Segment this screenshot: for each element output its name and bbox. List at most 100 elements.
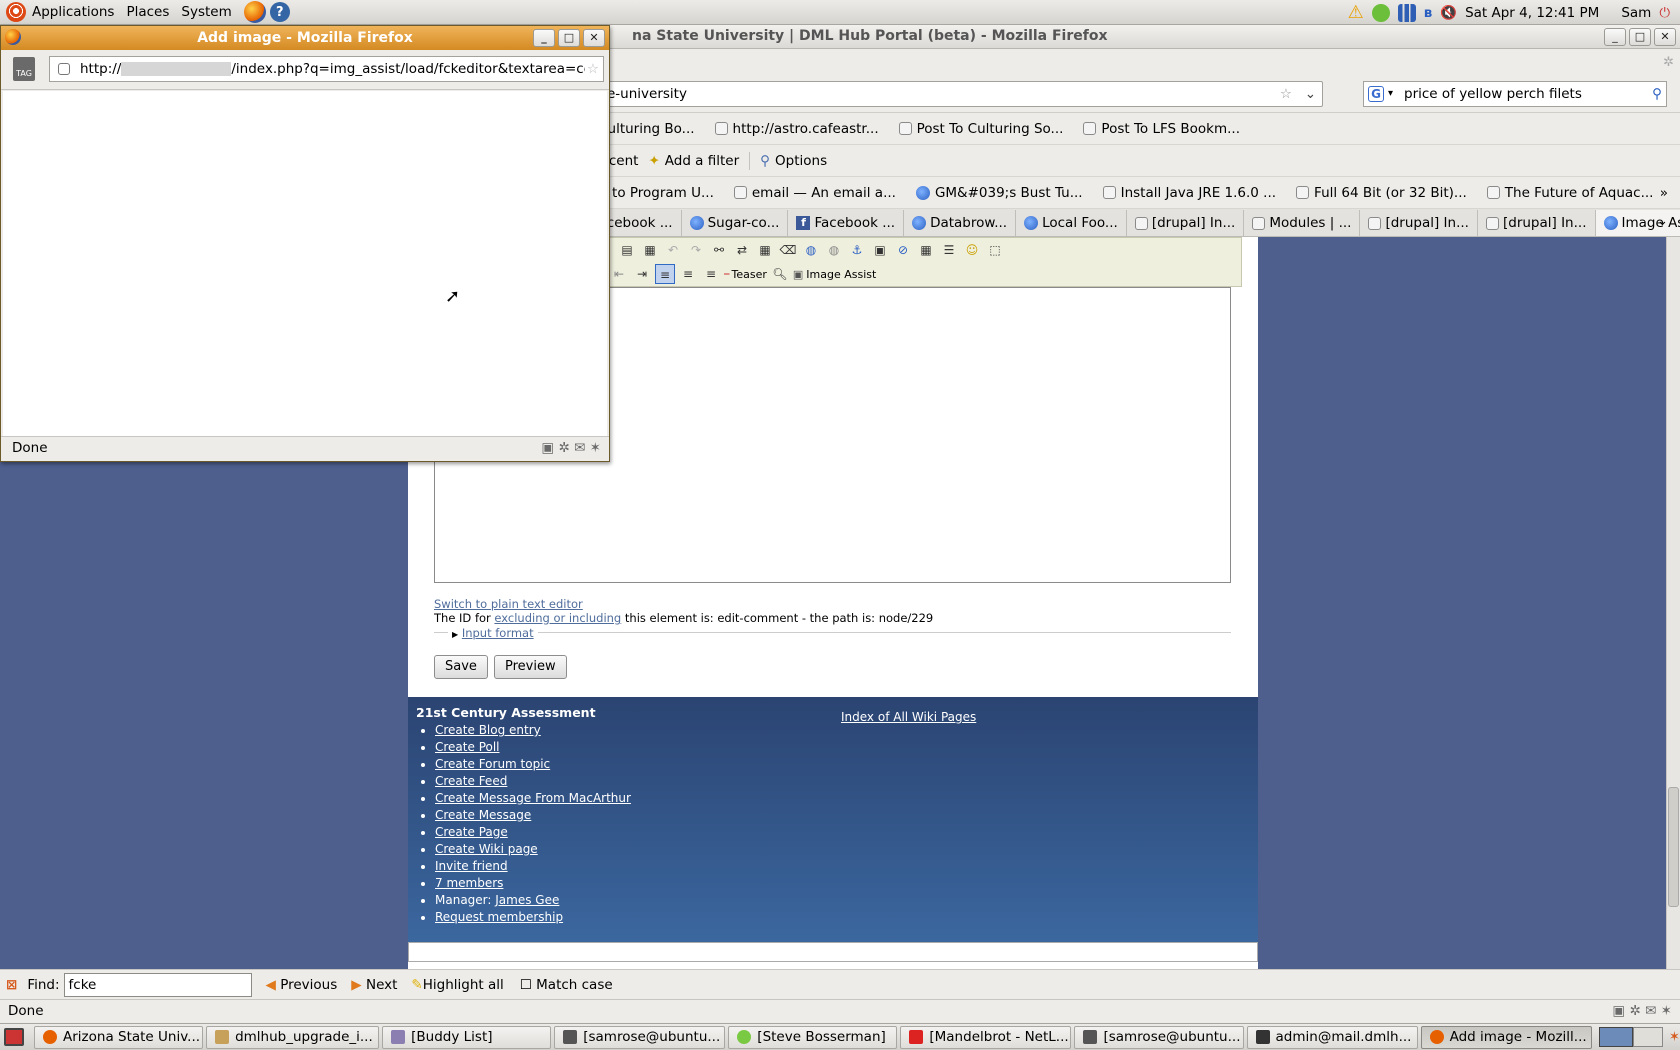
maximize-button[interactable]: □ (1629, 28, 1651, 46)
google-icon[interactable]: G (1368, 86, 1384, 102)
image-icon[interactable]: ▣ (870, 240, 890, 260)
image-assist-button[interactable]: ▣ Image Assist (793, 268, 876, 281)
save-button[interactable]: Save (434, 655, 488, 679)
align-center-icon[interactable]: ≡ (678, 264, 698, 284)
bookmark-item[interactable]: Post To LFS Bookm... (1073, 121, 1250, 137)
smiley-icon[interactable]: ☺ (962, 240, 982, 260)
vertical-scrollbar[interactable] (1666, 237, 1680, 969)
volume-icon[interactable]: 🔇 (1440, 5, 1457, 21)
paste-text-icon[interactable]: ▦ (640, 240, 660, 260)
remove-format-icon[interactable]: ⌫ (778, 240, 798, 260)
switch-editor-link[interactable]: Switch to plain text editor (434, 597, 583, 611)
search-icon[interactable]: ⚲ (1652, 82, 1662, 106)
firefox-launcher-icon[interactable] (243, 1, 266, 23)
bookmark-item[interactable]: email — An email a... (724, 185, 906, 201)
task-button[interactable]: [Mandelbrot - NetL... (900, 1025, 1072, 1049)
applications-menu[interactable]: Applications (0, 0, 120, 25)
task-button[interactable]: [samrose@ubuntu... (554, 1025, 726, 1049)
help-icon[interactable]: ? (269, 2, 290, 22)
task-button[interactable]: [Steve Bosserman] (728, 1025, 898, 1049)
search-box[interactable]: G ▾ price of yellow perch filets ⚲ (1363, 81, 1667, 107)
tab[interactable]: Sugar-co... (682, 210, 789, 236)
bookmark-item[interactable]: Post To Culturing So... (889, 121, 1074, 137)
scrollbar-thumb[interactable] (1668, 787, 1679, 907)
find-icon[interactable]: ⚯ (709, 240, 729, 260)
next-button[interactable]: ▶ Next (351, 977, 397, 993)
paste-icon[interactable]: ▤ (617, 240, 637, 260)
unlink-icon[interactable]: ◍ (824, 240, 844, 260)
tab[interactable]: Databrow... (904, 210, 1017, 236)
find-input[interactable]: fcke (63, 972, 252, 997)
popup-url-field[interactable]: http:///index.php?q=img_assist/load/fcke… (49, 56, 604, 82)
preview-button[interactable]: Preview (494, 655, 567, 679)
url-dropdown-icon[interactable]: ⌄ (1305, 82, 1316, 106)
wiki-index-link[interactable]: Index of All Wiki Pages (841, 710, 976, 724)
popup-titlebar[interactable]: Add image - Mozilla Firefox _ □ ✕ (1, 26, 609, 50)
task-button[interactable]: [Buddy List] (382, 1025, 552, 1049)
replace-icon[interactable]: ⇄ (732, 240, 752, 260)
bookmark-item[interactable]: http://astro.cafeastr... (705, 121, 889, 137)
bookmark-item[interactable]: GM&#039;s Bust Tu... (906, 185, 1093, 201)
bluetooth-icon[interactable]: ʙ (1424, 5, 1433, 21)
task-button[interactable]: dmlhub_upgrade_i... (206, 1025, 380, 1049)
undo-icon[interactable]: ↶ (663, 240, 683, 260)
task-button[interactable]: [samrose@ubuntu... (1074, 1025, 1244, 1049)
user-name[interactable]: Sam (1621, 5, 1651, 21)
indent-icon[interactable]: ⇥ (632, 264, 652, 284)
options-button[interactable]: ⚲ Options (750, 153, 837, 169)
places-menu[interactable]: Places (120, 0, 175, 25)
table-icon[interactable]: ▦ (916, 240, 936, 260)
show-desktop-icon[interactable] (4, 1028, 24, 1046)
workspace-switcher[interactable] (1598, 1027, 1633, 1047)
bookmark-star-icon[interactable]: ☆ (1280, 82, 1292, 106)
bookmark-item[interactable]: Install Java JRE 1.6.0 ... (1093, 185, 1286, 201)
minimize-button[interactable]: _ (1604, 28, 1626, 46)
power-icon[interactable]: ⏻ (1659, 5, 1670, 21)
align-right-icon[interactable]: ≡ (701, 264, 721, 284)
link-icon[interactable]: ◍ (801, 240, 821, 260)
warning-icon[interactable]: ⚠ (1348, 2, 1364, 23)
clock[interactable]: Sat Apr 4, 12:41 PM (1465, 5, 1599, 21)
outdent-icon[interactable]: ⇤ (609, 264, 629, 284)
flash-icon[interactable]: ⊘ (893, 240, 913, 260)
input-format-toggle[interactable]: ▶ Input format (448, 626, 538, 640)
addon-icons[interactable]: ▣ ✲ ✉ ✶ (1612, 1000, 1672, 1022)
tab[interactable]: Local Foo... (1016, 210, 1127, 236)
teaser-button[interactable]: ⎯ Teaser (724, 267, 767, 281)
tab[interactable]: [drupal] In... (1360, 210, 1478, 236)
close-button[interactable]: ✕ (583, 29, 605, 47)
tab-list-chevron-icon[interactable]: ⌄ (1657, 213, 1668, 229)
bookmark-item[interactable]: Full 64 Bit (or 32 Bit)... (1286, 185, 1477, 201)
horizontal-rule-icon[interactable]: ☰ (939, 240, 959, 260)
search-dropdown-icon[interactable]: ▾ (1388, 82, 1393, 106)
tab[interactable]: [drupal] In... (1127, 210, 1245, 236)
preview-icon[interactable]: 🔍︎ (770, 264, 790, 284)
anchor-icon[interactable]: ⚓ (847, 240, 867, 260)
task-button[interactable]: admin@mail.dmlh... (1246, 1025, 1418, 1049)
close-button[interactable]: ✕ (1654, 28, 1676, 46)
workspace-switcher-2[interactable] (1632, 1027, 1663, 1047)
maximize-button[interactable]: □ (558, 29, 580, 47)
main-window-titlebar[interactable]: na State University | DML Hub Portal (be… (570, 25, 1680, 49)
bookmark-star-icon[interactable]: ☆ (584, 57, 599, 81)
exclude-include-link[interactable]: excluding or including (494, 611, 621, 625)
close-find-icon[interactable]: ⊠ (0, 977, 23, 993)
highlight-all-button[interactable]: ✎Highlight all (411, 977, 503, 993)
messenger-icon[interactable] (1371, 3, 1390, 22)
previous-button[interactable]: ◀ Previous (266, 977, 338, 993)
url-bar[interactable]: e-university ☆ ⌄ (570, 81, 1323, 107)
tab[interactable]: [drupal] In... (1478, 210, 1596, 236)
align-left-icon[interactable]: ≡ (655, 264, 675, 284)
minimize-button[interactable]: _ (533, 29, 555, 47)
tab[interactable]: fFacebook ... (788, 210, 905, 236)
special-char-icon[interactable]: ⬚ (985, 240, 1005, 260)
network-icon[interactable] (1397, 3, 1416, 22)
addon-icons[interactable]: ▣ ✲ ✉ ✶ (541, 437, 601, 460)
match-case-checkbox[interactable]: ☐ Match case (520, 977, 613, 993)
task-button[interactable]: Add image - Mozill... (1420, 1025, 1592, 1049)
redo-icon[interactable]: ↷ (686, 240, 706, 260)
bookmark-item[interactable]: The Future of Aquac... (1477, 185, 1664, 201)
select-all-icon[interactable]: ▦ (755, 240, 775, 260)
tab[interactable]: Modules | ... (1244, 210, 1361, 236)
system-menu[interactable]: System (175, 0, 237, 25)
